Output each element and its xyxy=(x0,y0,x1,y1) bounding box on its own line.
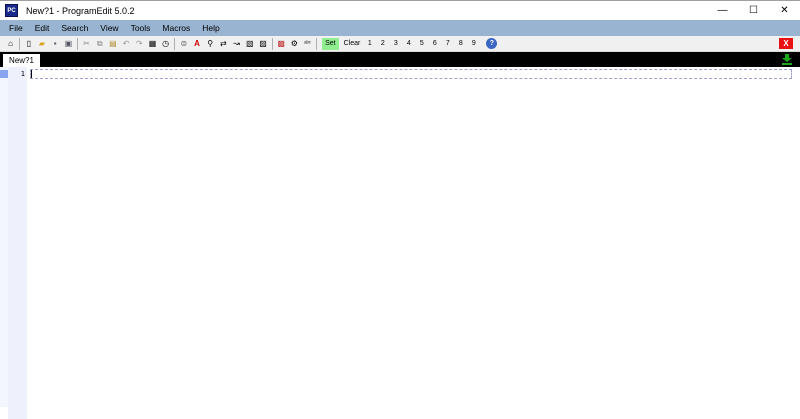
open-folder-icon[interactable]: ▰ xyxy=(36,38,48,50)
download-arrow-icon[interactable] xyxy=(782,54,792,65)
paste-icon[interactable]: ▤ xyxy=(107,38,119,50)
bookmark-2-button[interactable]: 2 xyxy=(376,38,389,50)
bookmark-clear-icon[interactable]: ▨ xyxy=(257,38,269,50)
settings-gear-icon[interactable]: ⚙ xyxy=(288,38,300,50)
home-icon[interactable]: ⌂ xyxy=(5,38,17,50)
bookmark-9-button[interactable]: 9 xyxy=(467,38,480,50)
save-all-icon[interactable]: ▣ xyxy=(62,38,74,50)
bookmark-toggle-icon[interactable]: ▧ xyxy=(244,38,256,50)
bracket-icon[interactable]: ⊜ xyxy=(178,38,190,50)
menu-search[interactable]: Search xyxy=(55,20,94,36)
title-bar: PC New?1 - ProgramEdit 5.0.2 — ☐ ✕ xyxy=(0,0,800,20)
clear-bookmark-button[interactable]: Clear xyxy=(341,38,364,50)
bookmark-7-button[interactable]: 7 xyxy=(441,38,454,50)
redo-icon[interactable]: ↷ xyxy=(133,38,145,50)
bookmark-3-button[interactable]: 3 xyxy=(389,38,402,50)
toolbar-separator xyxy=(316,37,318,50)
toolbar-separator xyxy=(174,37,176,50)
bookmark-4-button[interactable]: 4 xyxy=(402,38,415,50)
toolbar-separator xyxy=(76,37,78,50)
tab-strip: New?1 xyxy=(0,52,800,67)
menu-macros[interactable]: Macros xyxy=(156,20,196,36)
bookmark-8-button[interactable]: 8 xyxy=(454,38,467,50)
marker-margin[interactable] xyxy=(0,67,8,407)
tab-new1[interactable]: New?1 xyxy=(3,54,40,67)
find-icon[interactable]: ⚲ xyxy=(204,38,216,50)
line-number-gutter xyxy=(8,407,27,419)
toolbar-separator xyxy=(271,37,273,50)
set-bookmark-button[interactable]: Set xyxy=(322,37,339,50)
minimize-button[interactable]: — xyxy=(707,1,738,20)
maximize-button[interactable]: ☐ xyxy=(738,1,769,20)
clock-icon[interactable]: ◷ xyxy=(160,38,172,50)
close-window-button[interactable]: ✕ xyxy=(769,1,800,20)
toolbar: ⌂ ▯ ▰ ▪ ▣ ✂ ⧉ ▤ ↶ ↷ ▦ ◷ ⊜ A ⚲ ⇄ ↝ ▧ ▨ ▩ … xyxy=(0,36,800,52)
toolbar-separator xyxy=(19,37,21,50)
save-icon[interactable]: ▪ xyxy=(49,38,61,50)
menu-tools[interactable]: Tools xyxy=(125,20,157,36)
goto-icon[interactable]: ↝ xyxy=(231,38,243,50)
new-file-icon[interactable]: ▯ xyxy=(23,38,35,50)
spell-check-icon[interactable]: ᵃᵇᶜ xyxy=(302,38,314,50)
window-controls: — ☐ ✕ xyxy=(707,1,800,20)
text-caret xyxy=(31,70,32,78)
editor-area[interactable]: 1 xyxy=(0,67,800,407)
current-line-highlight xyxy=(30,69,792,79)
color-palette-icon[interactable]: ▩ xyxy=(275,38,287,50)
window-title: New?1 - ProgramEdit 5.0.2 xyxy=(26,5,135,16)
help-icon[interactable]: ? xyxy=(486,38,498,49)
undo-icon[interactable]: ↶ xyxy=(120,38,132,50)
app-icon[interactable]: PC xyxy=(5,4,18,17)
font-color-icon[interactable]: A xyxy=(191,38,203,50)
menu-help[interactable]: Help xyxy=(196,20,225,36)
menu-bar: File Edit Search View Tools Macros Help xyxy=(0,20,800,36)
bookmark-5-button[interactable]: 5 xyxy=(415,38,428,50)
line-number-gutter[interactable] xyxy=(8,67,27,407)
editor-bottom xyxy=(0,407,800,419)
menu-edit[interactable]: Edit xyxy=(29,20,56,36)
menu-view[interactable]: View xyxy=(94,20,124,36)
current-line-marker xyxy=(0,70,8,78)
bookmark-6-button[interactable]: 6 xyxy=(428,38,441,50)
date-icon[interactable]: ▦ xyxy=(146,38,158,50)
close-document-button[interactable]: X xyxy=(779,38,793,49)
copy-icon[interactable]: ⧉ xyxy=(94,38,106,50)
cut-icon[interactable]: ✂ xyxy=(81,38,93,50)
bookmark-1-button[interactable]: 1 xyxy=(363,38,376,50)
menu-file[interactable]: File xyxy=(3,20,29,36)
line-number: 1 xyxy=(20,70,25,78)
replace-icon[interactable]: ⇄ xyxy=(217,38,229,50)
